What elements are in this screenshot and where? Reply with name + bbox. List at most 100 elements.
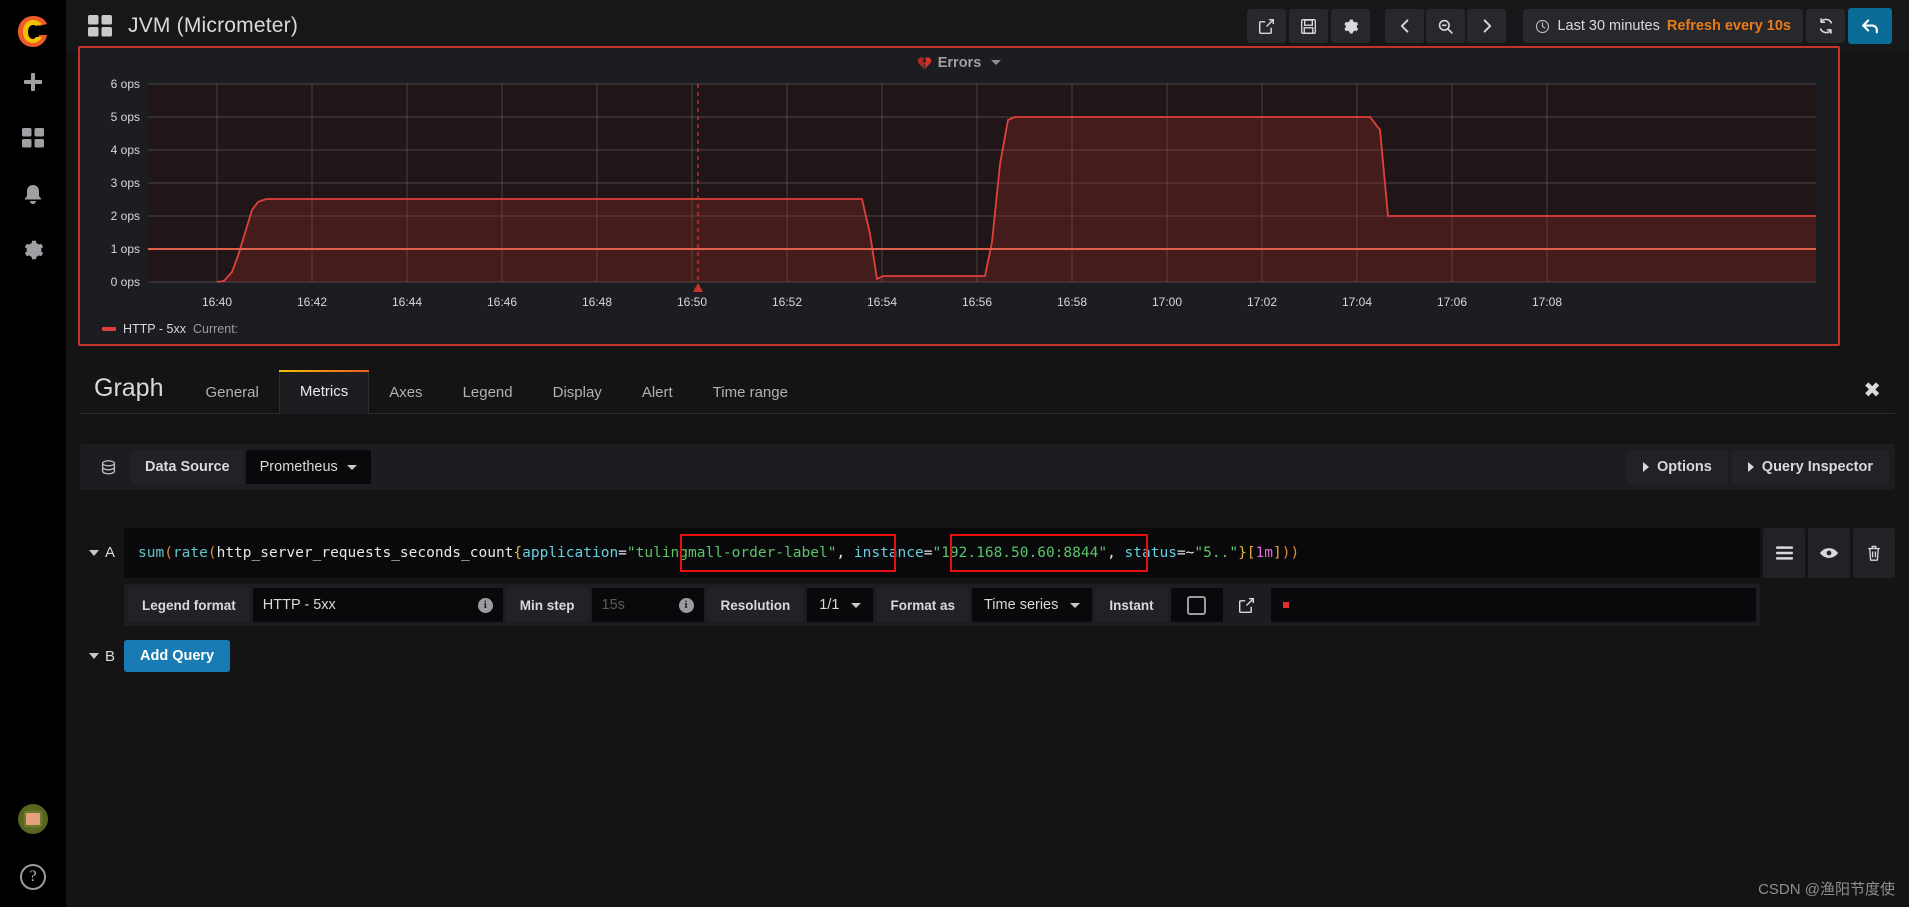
- magnifier-minus-icon: [1439, 19, 1454, 34]
- refresh-interval-label: Refresh every 10s: [1666, 18, 1791, 34]
- topnav-actions: Last 30 minutes Refresh every 10s: [1247, 8, 1909, 44]
- panel-header[interactable]: Errors: [80, 48, 1838, 74]
- svg-text:17:08: 17:08: [1532, 295, 1562, 309]
- database-icon: [86, 458, 131, 477]
- hamburger-icon: [1775, 546, 1793, 560]
- svg-text:16:52: 16:52: [772, 295, 802, 309]
- remove-query-button[interactable]: [1853, 528, 1895, 578]
- time-shift-back-button[interactable]: [1385, 9, 1425, 43]
- close-editor-button[interactable]: ✖: [1849, 378, 1895, 413]
- resolution-select[interactable]: 1/1: [807, 588, 874, 622]
- bell-icon: [25, 185, 41, 204]
- options-label: Options: [1657, 459, 1712, 475]
- editor-kind-label: Graph: [94, 374, 164, 402]
- editor-tabs: Graph General Metrics Axes Legend Displa…: [80, 360, 1895, 414]
- avatar[interactable]: [0, 791, 66, 847]
- chevron-down-icon: [88, 549, 99, 556]
- query-a-collapse-toggle[interactable]: A: [80, 528, 124, 561]
- sidebar-item-alerting[interactable]: [0, 166, 66, 222]
- add-query-row: B Add Query: [80, 640, 1895, 672]
- svg-text:4 ops: 4 ops: [111, 143, 140, 157]
- svg-text:5 ops: 5 ops: [111, 110, 140, 124]
- tab-legend[interactable]: Legend: [443, 372, 533, 414]
- svg-text:6 ops: 6 ops: [111, 77, 140, 91]
- share-dashboard-button[interactable]: [1247, 9, 1287, 43]
- sidebar-item-configuration[interactable]: [0, 222, 66, 278]
- format-as-label: Format as: [876, 588, 969, 622]
- graph-plot-area[interactable]: 6 ops 5 ops 4 ops 3 ops 2 ops 1 ops 0 op…: [80, 74, 1838, 314]
- legend-format-input[interactable]: HTTP - 5xx i: [252, 588, 503, 622]
- datasource-select[interactable]: Prometheus: [245, 450, 371, 484]
- grafana-logo-icon[interactable]: [11, 10, 55, 54]
- tab-alert[interactable]: Alert: [622, 372, 693, 414]
- tab-display[interactable]: Display: [533, 372, 622, 414]
- query-b-collapse-toggle[interactable]: B: [80, 648, 124, 665]
- time-shift-forward-button[interactable]: [1467, 9, 1507, 43]
- sidebar-item-create[interactable]: [0, 54, 66, 110]
- chevron-down-icon[interactable]: [991, 60, 1002, 65]
- svg-text:16:48: 16:48: [582, 295, 612, 309]
- chevron-right-icon: [1483, 19, 1492, 33]
- chevron-down-icon: [851, 602, 862, 608]
- toggle-query-visibility-button[interactable]: [1808, 528, 1850, 578]
- dashboard-settings-button[interactable]: [1331, 9, 1371, 43]
- zoom-out-button[interactable]: [1426, 9, 1466, 43]
- dashboards-grid-icon: [22, 128, 44, 148]
- add-query-button[interactable]: Add Query: [124, 640, 231, 672]
- sidebar-item-help[interactable]: ?: [0, 847, 66, 907]
- open-in-explore-button[interactable]: [1225, 588, 1268, 622]
- graph-legend[interactable]: HTTP - 5xx Current:: [102, 322, 245, 336]
- legend-format-value: HTTP - 5xx: [262, 597, 336, 613]
- query-inspector-button[interactable]: Query Inspector: [1731, 450, 1889, 484]
- tab-general[interactable]: General: [185, 372, 278, 414]
- format-as-value: Time series: [983, 597, 1059, 613]
- min-step-input[interactable]: 15s i: [591, 588, 704, 622]
- format-as-select[interactable]: Time series: [971, 588, 1093, 622]
- sidebar-item-dashboards[interactable]: [0, 110, 66, 166]
- info-icon[interactable]: i: [477, 597, 493, 613]
- query-status-area: [1270, 588, 1756, 622]
- broken-heart-icon: [917, 56, 932, 69]
- info-icon[interactable]: i: [678, 597, 694, 613]
- share-icon: [1259, 18, 1275, 34]
- query-b-letter: B: [104, 647, 115, 665]
- tab-axes[interactable]: Axes: [369, 372, 442, 414]
- back-to-dashboard-button[interactable]: [1848, 8, 1892, 44]
- chevron-down-icon: [88, 653, 99, 659]
- legend-series-label: HTTP - 5xx: [123, 322, 186, 336]
- datasource-label: Data Source: [131, 450, 244, 484]
- instant-checkbox-cell[interactable]: [1170, 588, 1223, 622]
- graph-panel: Errors 6 ops 5 ops 4 ops 3 ops 2 ops 1 o…: [78, 46, 1840, 346]
- svg-text:16:42: 16:42: [297, 295, 327, 309]
- tab-metrics[interactable]: Metrics: [278, 370, 370, 414]
- svg-text:17:06: 17:06: [1437, 295, 1467, 309]
- plus-icon: [24, 73, 42, 91]
- eye-icon: [1819, 548, 1839, 558]
- gear-icon: [24, 240, 44, 260]
- query-expression-field[interactable]: sum(rate(http_server_requests_seconds_co…: [124, 528, 1760, 578]
- options-toggle-button[interactable]: Options: [1627, 450, 1728, 484]
- chevron-down-icon: [346, 464, 357, 470]
- svg-text:16:46: 16:46: [487, 295, 517, 309]
- refresh-button[interactable]: [1806, 9, 1845, 43]
- main-sidebar: ?: [0, 0, 66, 907]
- svg-text:0 ops: 0 ops: [111, 275, 140, 289]
- datasource-value: Prometheus: [259, 459, 338, 475]
- top-navbar: JVM (Micrometer) Last 30 minutes Refresh…: [66, 0, 1909, 52]
- query-row-drag-handle[interactable]: [1763, 528, 1805, 578]
- svg-text:16:40: 16:40: [202, 295, 232, 309]
- legend-current-label: Current:: [192, 322, 239, 336]
- tab-time-range[interactable]: Time range: [693, 372, 808, 414]
- user-avatar-image: [18, 804, 48, 834]
- svg-text:1 ops: 1 ops: [111, 242, 140, 256]
- svg-text:16:54: 16:54: [867, 295, 897, 309]
- instant-checkbox[interactable]: [1187, 595, 1207, 615]
- panel-editor: Graph General Metrics Axes Legend Displa…: [66, 360, 1909, 907]
- time-range-picker[interactable]: Last 30 minutes Refresh every 10s: [1523, 9, 1803, 43]
- svg-text:16:58: 16:58: [1057, 295, 1087, 309]
- query-editor-a: A sum(rate(http_server_requests_seconds_…: [80, 528, 1895, 672]
- trash-icon: [1868, 545, 1880, 561]
- save-dashboard-button[interactable]: [1289, 9, 1329, 43]
- datasource-row-actions: Options Query Inspector: [1627, 450, 1889, 484]
- share-icon: [1239, 597, 1255, 613]
